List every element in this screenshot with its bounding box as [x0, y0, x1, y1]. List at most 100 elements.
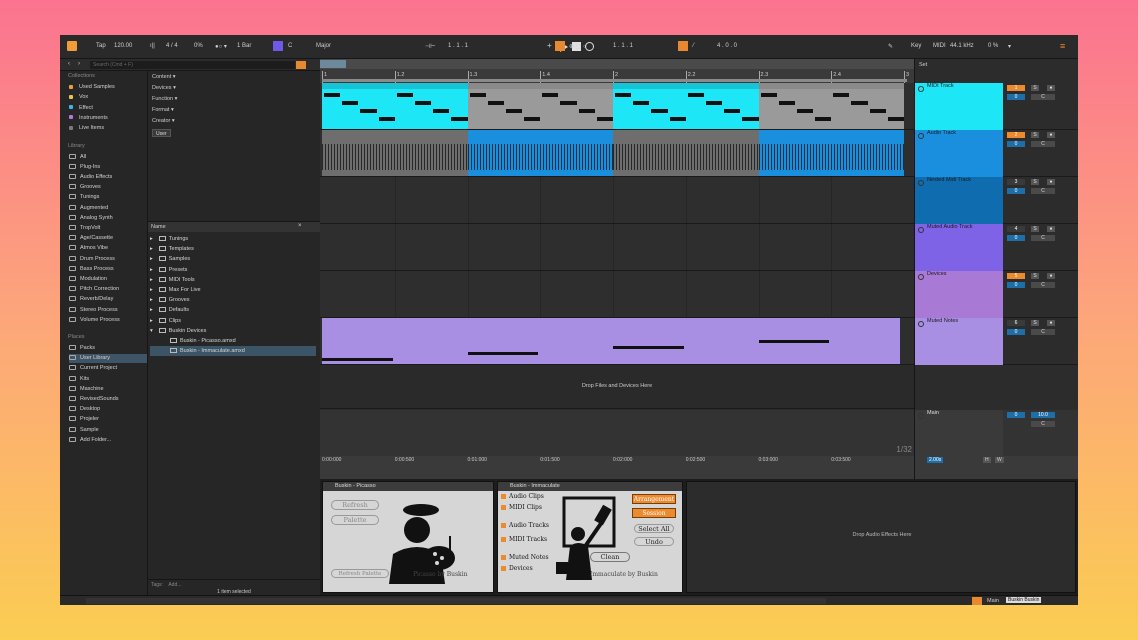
library-item[interactable]: Audio Effects: [69, 173, 147, 182]
overview-window[interactable]: [320, 60, 346, 68]
midi-note[interactable]: [742, 117, 759, 121]
fold-icon[interactable]: [918, 86, 924, 92]
loop-brace[interactable]: [322, 79, 907, 82]
track-header[interactable]: Audio Track 2 S ● 0 C: [915, 130, 1078, 177]
refresh-button[interactable]: Refresh: [331, 500, 379, 510]
clip-header[interactable]: [613, 83, 759, 89]
fold-icon[interactable]: [918, 274, 924, 280]
fold-icon[interactable]: [918, 227, 924, 233]
expand-icon[interactable]: ▸: [150, 277, 153, 283]
main-value[interactable]: 10.0: [1031, 412, 1055, 418]
library-item[interactable]: Tunings: [69, 193, 147, 202]
place-item[interactable]: Maschine: [69, 385, 147, 394]
back-icon[interactable]: ‹: [68, 61, 70, 67]
menu-icon[interactable]: ≡: [1060, 41, 1065, 51]
midi-note[interactable]: [578, 109, 595, 113]
volume-field[interactable]: 0: [1007, 188, 1025, 194]
midi-note[interactable]: [833, 93, 850, 97]
midi-note[interactable]: [487, 101, 504, 105]
audio-effects-drop-zone[interactable]: Drop Audio Effects Here: [686, 481, 1076, 593]
midi-note[interactable]: [396, 93, 413, 97]
midi-note[interactable]: [469, 93, 486, 97]
place-item[interactable]: User Library: [69, 354, 147, 364]
check-toggle[interactable]: [501, 494, 506, 499]
check-toggle[interactable]: [501, 505, 506, 510]
midi-note[interactable]: [596, 117, 613, 121]
library-item[interactable]: Analog Synth: [69, 214, 147, 223]
library-item[interactable]: Augmented: [69, 204, 147, 213]
midi-note[interactable]: [324, 93, 341, 97]
track-header[interactable]: Nested Midi Track 3 S ● 0 C: [915, 177, 1078, 224]
track-name-area[interactable]: MIDI Track: [915, 83, 1003, 130]
track-name[interactable]: Muted Audio Track: [927, 224, 973, 230]
clean-button[interactable]: Clean: [590, 552, 630, 562]
solo-button[interactable]: S: [1031, 273, 1039, 279]
folder-row[interactable]: ▸ Tunings: [150, 234, 316, 244]
midi-map-button[interactable]: MIDI: [933, 43, 946, 49]
library-item[interactable]: Modulation: [69, 275, 147, 284]
main-pan[interactable]: C: [1031, 421, 1055, 427]
search-options-icon[interactable]: [296, 61, 306, 69]
midi-note[interactable]: [360, 109, 377, 113]
audio-clip[interactable]: [322, 130, 468, 176]
device-file-row[interactable]: Buskin - Immaculate.amxd: [150, 346, 316, 357]
track-activator[interactable]: 1: [1007, 85, 1025, 91]
filter-function[interactable]: Function ▾: [152, 96, 177, 102]
drop-zone[interactable]: Drop Files and Devices Here: [320, 365, 914, 409]
filter-content[interactable]: Content ▾: [152, 74, 176, 80]
place-item[interactable]: Packs: [69, 344, 147, 353]
set-button[interactable]: Set: [919, 62, 927, 68]
tempo-field[interactable]: 120.00: [114, 43, 132, 49]
volume-field[interactable]: 0: [1007, 235, 1025, 241]
track-name-area[interactable]: Muted Notes: [915, 318, 1003, 365]
track-name[interactable]: Muted Notes: [927, 318, 958, 324]
track-name-area[interactable]: Devices: [915, 271, 1003, 318]
folder-row[interactable]: ▸ Defaults: [150, 305, 316, 315]
expand-icon[interactable]: ▸: [150, 236, 153, 242]
pan-field[interactable]: C: [1031, 188, 1055, 194]
track-lane[interactable]: [320, 224, 914, 271]
clip-header[interactable]: [467, 83, 613, 89]
folder-row[interactable]: ▸ Presets: [150, 265, 316, 275]
pan-field[interactable]: C: [1031, 282, 1055, 288]
check-toggle[interactable]: [501, 537, 506, 542]
collection-item[interactable]: Live Items: [69, 124, 147, 133]
main-lane[interactable]: 1/32: [320, 410, 914, 456]
track-name-area[interactable]: Nested Midi Track: [915, 177, 1003, 224]
midi-note[interactable]: [505, 109, 523, 113]
filter-devices[interactable]: Devices ▾: [152, 85, 176, 91]
check-toggle[interactable]: [501, 566, 506, 571]
collection-item[interactable]: Vox: [69, 93, 147, 102]
midi-note[interactable]: [322, 358, 393, 361]
device-file-row[interactable]: Buskin - Picasso.amxd: [150, 336, 316, 346]
solo-button[interactable]: S: [1031, 85, 1039, 91]
expand-icon[interactable]: ▸: [150, 318, 153, 324]
palette-button[interactable]: Palette: [331, 515, 379, 525]
library-item[interactable]: Atmos Vibe: [69, 244, 147, 253]
filter-creator[interactable]: Creator ▾: [152, 118, 175, 124]
midi-clip[interactable]: [613, 83, 759, 129]
arm-icon[interactable]: ●: [1047, 132, 1055, 138]
nudge-icon[interactable]: ⊣⊢: [425, 43, 435, 50]
folder-row[interactable]: ▾ Buskin Devices: [150, 326, 316, 336]
midi-note[interactable]: [414, 101, 432, 105]
fold-icon[interactable]: [918, 133, 924, 139]
main-track-header[interactable]: Main 0 10.0 C: [915, 410, 1078, 456]
track-activator[interactable]: 2: [1007, 132, 1025, 138]
library-item[interactable]: All: [69, 153, 147, 162]
track-header[interactable]: MIDI Track 1 S ● 0 C: [915, 83, 1078, 130]
track-name-area[interactable]: Muted Audio Track: [915, 224, 1003, 271]
main-name-area[interactable]: Main: [915, 410, 1003, 456]
track-header[interactable]: Muted Notes 6 S ● 0 C: [915, 318, 1078, 365]
midi-note[interactable]: [615, 93, 632, 97]
solo-button[interactable]: S: [1031, 132, 1039, 138]
midi-clip[interactable]: [467, 83, 613, 129]
track-lane[interactable]: [320, 130, 914, 177]
undo-button[interactable]: Undo: [634, 537, 674, 546]
metronome-icon[interactable]: ı||: [150, 43, 155, 49]
solo-button[interactable]: S: [1031, 179, 1039, 185]
expand-icon[interactable]: ▸: [150, 297, 153, 303]
clip-header[interactable]: [758, 83, 904, 89]
time-ruler[interactable]: 0:00:000 0:00:500 0:01:000 0:01:500 0:02:000…: [320, 456, 914, 479]
midi-note[interactable]: [758, 340, 830, 343]
